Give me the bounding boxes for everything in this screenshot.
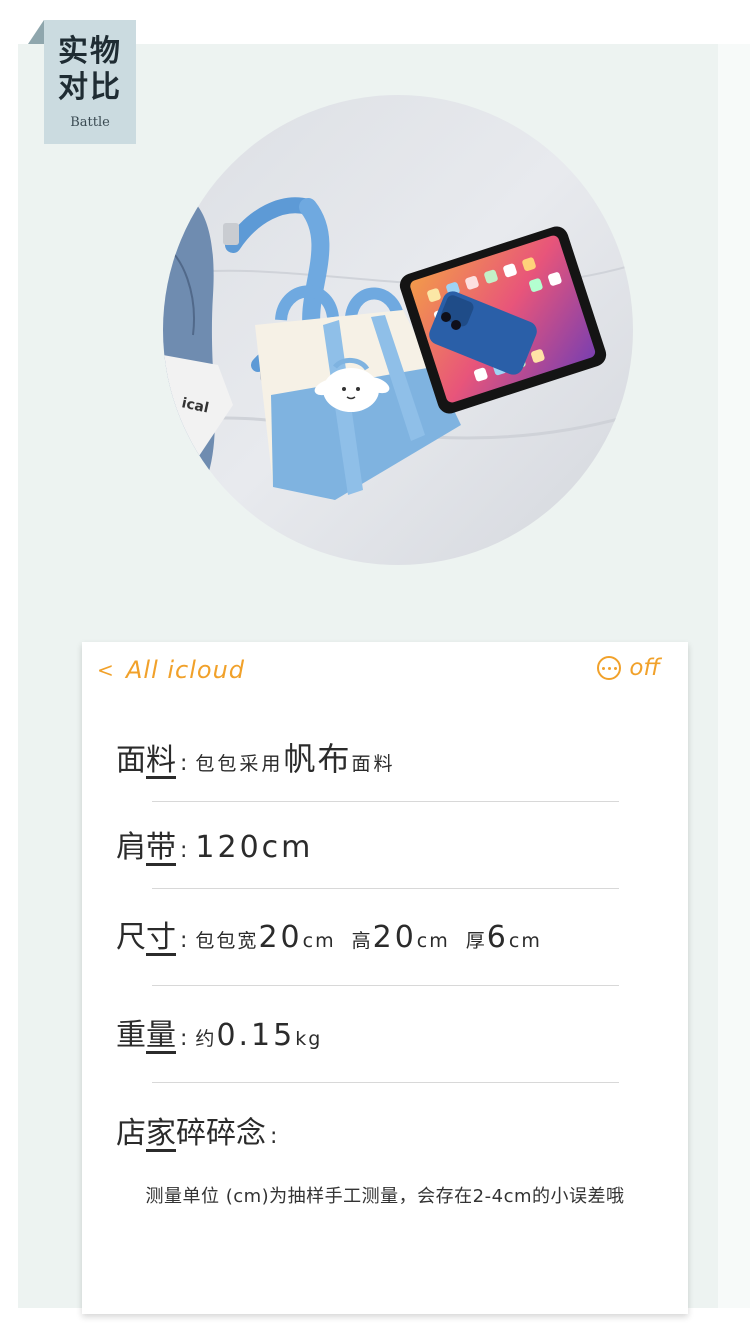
spec-text: 包包采用 [195, 753, 284, 775]
spec-highlight: 帆布 [283, 740, 352, 778]
more-icon[interactable] [597, 656, 622, 680]
header-actions: off [597, 655, 660, 681]
spec-value: 20 [372, 920, 417, 955]
row-divider [152, 985, 619, 986]
spec-row-fabric: 面料: 包包采用 帆布 面料 [116, 734, 395, 780]
product-photo: ical [163, 95, 633, 565]
spec-unit: cm [302, 930, 336, 952]
comparison-badge: 实物 对比 Battle [44, 20, 136, 144]
side-strip [718, 44, 750, 1308]
spec-value: 6 [486, 920, 509, 955]
spec-colon: : [180, 928, 188, 953]
spec-label-1: 重 [116, 1018, 146, 1053]
spec-label-2: 料 [146, 743, 176, 778]
spec-label-2: 量 [146, 1018, 176, 1053]
spec-label-3: 碎碎念 [176, 1116, 266, 1151]
badge-subtitle: Battle [70, 115, 110, 130]
spec-colon: : [180, 1026, 188, 1051]
product-photo-illustration: ical [163, 95, 633, 565]
spec-unit: kg [295, 1028, 323, 1050]
spec-unit: cm [416, 930, 450, 952]
spec-colon: : [180, 751, 188, 776]
row-divider [152, 1082, 619, 1083]
spec-value: 20 [258, 920, 303, 955]
spec-label-2: 寸 [146, 920, 176, 955]
row-divider [152, 801, 619, 802]
measurement-note: 测量单位 (cm)为抽样手工测量，会存在2-4cm的小误差哦 [145, 1186, 625, 1207]
spec-colon: : [180, 838, 188, 863]
row-divider [152, 888, 619, 889]
badge-fold [28, 20, 44, 44]
back-icon[interactable]: < [97, 658, 114, 682]
header-title[interactable]: All icloud [126, 656, 245, 684]
spec-label-1: 店 [116, 1116, 146, 1151]
spec-text: 包包宽 [195, 930, 259, 952]
spec-colon: : [270, 1124, 278, 1149]
spec-text: 约 [195, 1028, 217, 1050]
spec-text: 高 [351, 930, 373, 952]
spec-value: 120cm [195, 830, 314, 865]
spec-card: < All icloud off 面料: 包包采用 帆布 面料 肩带: 120cm … [82, 642, 688, 1314]
spec-text: 面料 [351, 753, 396, 775]
spec-label-1: 尺 [116, 920, 146, 955]
spec-row-size: 尺寸: 包包宽 20 cm 高 20 cm 厚 6 cm [116, 912, 542, 956]
spec-value: 0.15 [216, 1018, 296, 1053]
spec-label-2: 家 [146, 1116, 176, 1151]
spec-label-2: 带 [146, 830, 176, 865]
badge-title: 实物 对比 [58, 34, 122, 105]
spec-label-1: 面 [116, 743, 146, 778]
spec-row-notes: 店家碎碎念: [116, 1108, 285, 1152]
spec-unit: cm [508, 930, 542, 952]
spec-text: 厚 [465, 930, 487, 952]
spec-label-1: 肩 [116, 830, 146, 865]
spec-row-strap: 肩带: 120cm [116, 822, 313, 866]
off-button[interactable]: off [629, 655, 660, 681]
spec-row-weight: 重量: 约 0.15 kg [116, 1010, 322, 1054]
